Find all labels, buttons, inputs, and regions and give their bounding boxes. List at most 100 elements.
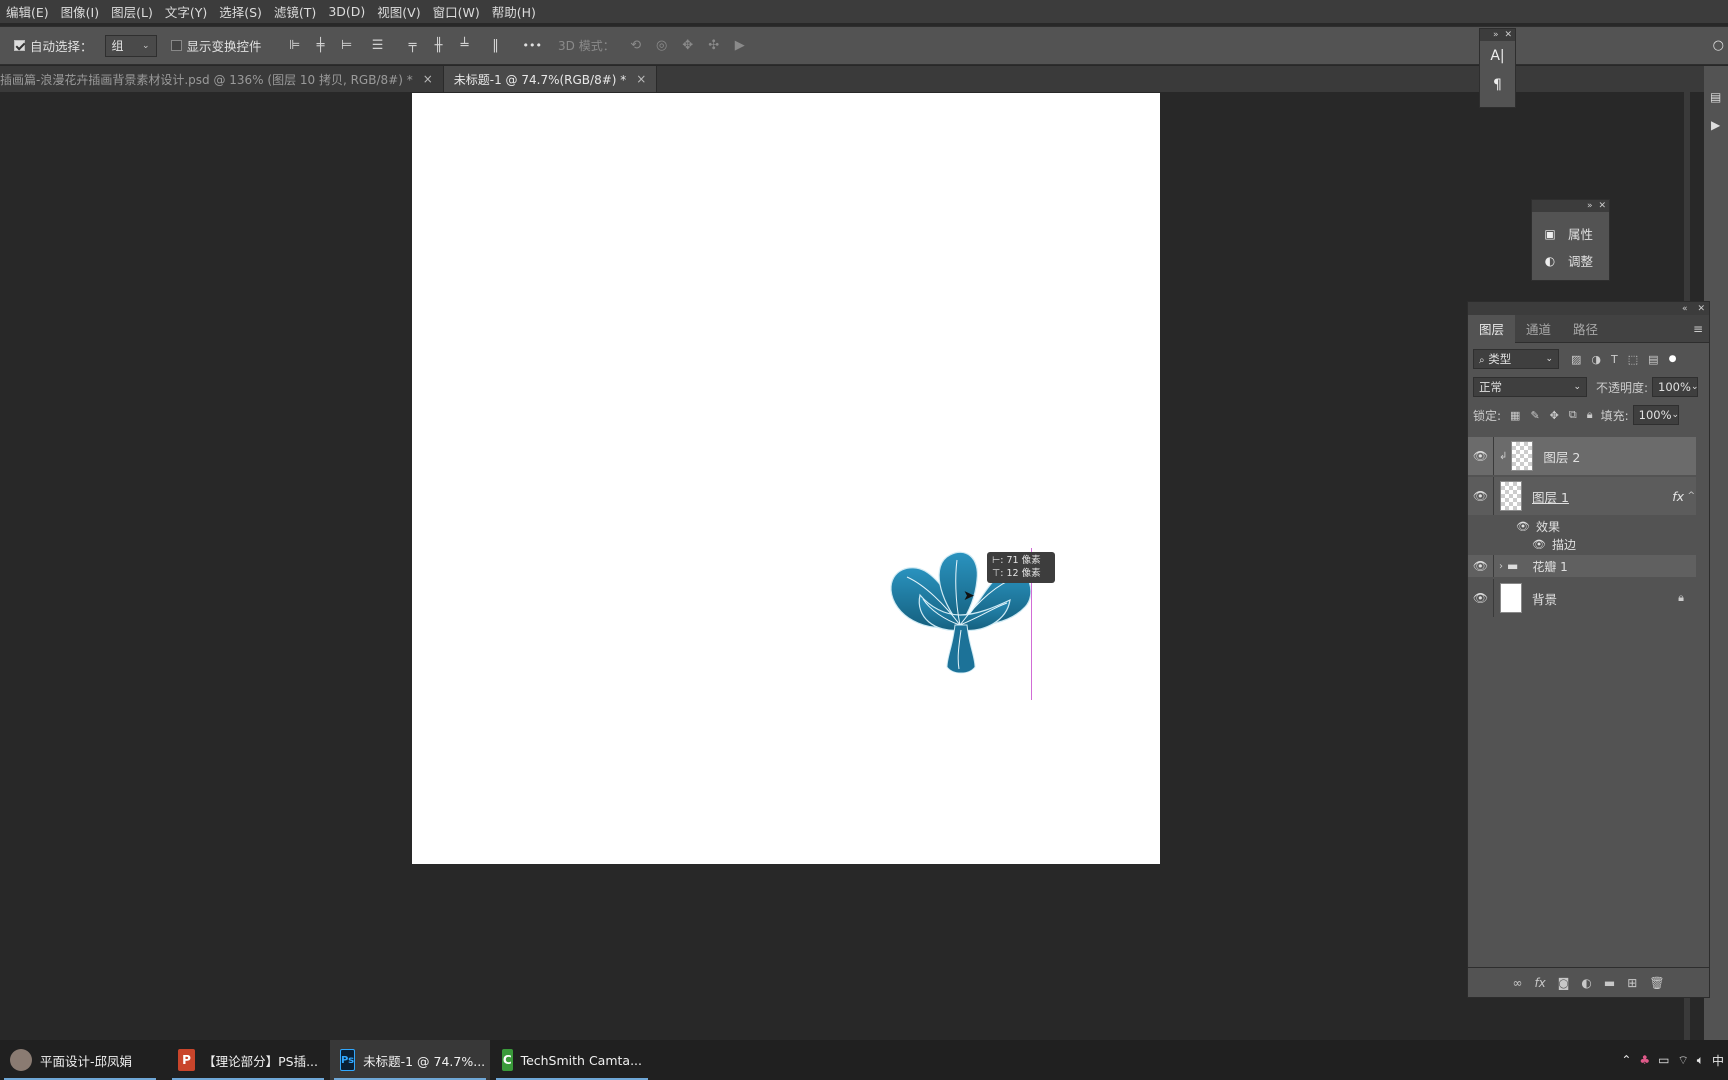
app-tray-icon[interactable]: ♣ (1639, 1053, 1650, 1067)
taskbar-item-photoshop[interactable]: Ps 未标题-1 @ 74.7%... (330, 1040, 490, 1080)
panel-menu-icon[interactable]: ≡ (1693, 322, 1703, 336)
menu-type[interactable]: 文字(Y) (159, 2, 213, 21)
align-top-icon[interactable]: ╤ (405, 38, 421, 54)
align-right-icon[interactable]: ⊨ (339, 38, 355, 54)
filter-kind-dropdown[interactable]: ⌕ 类型 ⌄ (1473, 349, 1559, 369)
show-transform-checkbox[interactable] (170, 40, 182, 51)
blend-mode-dropdown[interactable]: 正常 ⌄ (1473, 377, 1587, 397)
layer-row-layer-2[interactable]: 👁︎ ↲ 图层 2 (1468, 437, 1696, 475)
visibility-eye-icon[interactable]: 👁︎ (1468, 579, 1494, 617)
layer-row-background[interactable]: 👁︎ 背景 🔒︎ (1468, 579, 1696, 617)
trash-icon[interactable]: 🗑︎ (1649, 976, 1664, 990)
fx-badge[interactable]: fx (1672, 489, 1684, 504)
collapse-icon[interactable]: « (1682, 304, 1688, 314)
close-icon[interactable]: ✕ (1697, 304, 1705, 314)
adjustments-button[interactable]: ◐ 调整 (1532, 247, 1609, 274)
lock-icon[interactable]: 🔒︎ (1678, 591, 1684, 605)
visibility-eye-icon[interactable]: 👁︎ (1468, 555, 1494, 577)
menu-layer[interactable]: 图层(L) (105, 2, 159, 21)
layer-row-petal-group[interactable]: 👁︎ › ▬ 花瓣 1 (1468, 555, 1696, 577)
auto-select-dropdown[interactable]: 组 ⌄ (104, 34, 157, 57)
menu-select[interactable]: 选择(S) (213, 2, 268, 21)
ime-indicator[interactable]: 中 (1712, 1052, 1724, 1069)
collapse-icon[interactable]: » (1587, 201, 1593, 211)
filter-shape-icon[interactable]: ⬚ (1628, 353, 1638, 366)
3d-pan-icon[interactable]: ✥ (680, 38, 696, 54)
taskbar-item-powerpoint[interactable]: P 【理论部分】PS插... (168, 1040, 328, 1080)
more-options-button[interactable]: ••• (523, 39, 542, 52)
close-icon[interactable]: ✕ (1504, 30, 1512, 40)
network-icon[interactable]: ▭ (1658, 1053, 1669, 1067)
menu-edit[interactable]: 编辑(E) (0, 2, 55, 21)
new-layer-icon[interactable]: ⊞ (1627, 976, 1637, 990)
tab-document-1[interactable]: 插画篇-浪漫花卉插画背景素材设计.psd @ 136% (图层 10 拷贝, R… (0, 66, 444, 92)
lock-image-icon[interactable]: ✎ (1530, 409, 1539, 422)
close-icon[interactable]: × (423, 72, 433, 86)
visibility-eye-icon[interactable]: 👁︎ (1468, 437, 1494, 475)
paragraph-panel-button[interactable]: ¶ (1480, 71, 1515, 99)
new-group-icon[interactable]: ▬ (1604, 976, 1615, 990)
filter-toggle-icon[interactable]: ● (1669, 354, 1677, 364)
lock-all-icon[interactable]: 🔒︎ (1587, 408, 1593, 422)
add-mask-icon[interactable]: ◙ (1558, 976, 1570, 990)
fill-field[interactable]: 100% ⌄ (1632, 405, 1679, 425)
close-icon[interactable]: ✕ (1598, 201, 1606, 211)
3d-orbit-icon[interactable]: ⟲ (628, 38, 644, 54)
3d-slide-icon[interactable]: ✣ (706, 38, 722, 54)
tab-paths[interactable]: 路径 (1562, 315, 1609, 343)
visibility-eye-icon[interactable]: 👁︎ (1532, 538, 1546, 551)
visibility-eye-icon[interactable]: 👁︎ (1468, 477, 1494, 515)
add-style-icon[interactable]: fx (1534, 976, 1545, 990)
layer-row-layer-1[interactable]: 👁︎ 图层 1 fx ^ (1468, 477, 1696, 515)
lock-artboard-icon[interactable]: ⧉ (1569, 408, 1577, 422)
properties-button[interactable]: ▣ 属性 (1532, 220, 1609, 247)
filter-type-icon[interactable]: T (1611, 353, 1618, 366)
tab-layers[interactable]: 图层 (1468, 314, 1516, 343)
align-hcenter-icon[interactable]: ╪ (313, 38, 329, 54)
lock-position-icon[interactable]: ✥ (1550, 409, 1559, 422)
tab-channels[interactable]: 通道 (1515, 315, 1562, 343)
taskbar-item-wechat[interactable]: 平面设计-邱凤娟 (0, 1040, 160, 1080)
lock-transparent-icon[interactable]: ▦ (1510, 409, 1520, 422)
search-icon[interactable]: ○ (1713, 38, 1724, 53)
filter-smart-object-icon[interactable]: ▤ (1648, 353, 1658, 366)
play-icon[interactable]: ▶ (1711, 118, 1720, 132)
link-layers-icon[interactable]: ∞ (1512, 976, 1522, 990)
wifi-icon[interactable]: ⌔ (1678, 1053, 1689, 1068)
chevron-right-icon[interactable]: › (1499, 561, 1503, 572)
taskbar-item-camtasia[interactable]: C TechSmith Camta... (492, 1040, 652, 1080)
chevron-up-icon[interactable]: ^ (1687, 491, 1695, 501)
chevron-up-icon[interactable]: ⌃ (1621, 1053, 1631, 1067)
auto-select-checkbox[interactable] (14, 40, 25, 51)
character-panel-button[interactable]: A| (1480, 41, 1515, 71)
menu-filter[interactable]: 滤镜(T) (268, 2, 322, 21)
folder-icon: ▬ (1507, 559, 1519, 573)
3d-roll-icon[interactable]: ◎ (654, 38, 670, 54)
volume-icon[interactable]: 🔈︎ (1697, 1053, 1704, 1068)
tab-document-2[interactable]: 未标题-1 @ 74.7%(RGB/8#) * × (443, 66, 658, 92)
layer-stroke-effect-row[interactable]: 👁︎ 描边 (1468, 535, 1696, 553)
filter-adjustment-icon[interactable]: ◑ (1591, 353, 1601, 366)
close-icon[interactable]: × (636, 72, 646, 86)
menu-image[interactable]: 图像(I) (55, 2, 105, 21)
align-vcenter-icon[interactable]: ╫ (431, 38, 447, 54)
collapse-icon[interactable]: » (1493, 30, 1499, 40)
document-canvas[interactable] (412, 93, 1160, 864)
filter-pixel-icon[interactable]: ▨ (1571, 353, 1581, 366)
align-left-icon[interactable]: ⊫ (287, 38, 303, 54)
opacity-value: 100% (1658, 380, 1691, 394)
layer-effects-row[interactable]: 👁︎ 效果 (1468, 517, 1696, 535)
panel-header: » ✕ (1532, 200, 1609, 212)
menu-help[interactable]: 帮助(H) (486, 2, 542, 21)
opacity-field[interactable]: 100% ⌄ (1652, 377, 1698, 397)
align-bottom-icon[interactable]: ╧ (457, 38, 473, 54)
distribute-h-icon[interactable]: ☰ (370, 38, 386, 54)
menu-window[interactable]: 窗口(W) (427, 2, 486, 21)
new-adjustment-icon[interactable]: ◐ (1581, 976, 1591, 990)
distribute-v-icon[interactable]: ‖ (488, 38, 504, 54)
menu-view[interactable]: 视图(V) (371, 2, 426, 21)
libraries-icon[interactable]: ▤ (1710, 90, 1721, 104)
menu-3d[interactable]: 3D(D) (322, 4, 371, 19)
3d-camera-icon[interactable]: ▶ (732, 38, 748, 54)
visibility-eye-icon[interactable]: 👁︎ (1516, 520, 1530, 533)
